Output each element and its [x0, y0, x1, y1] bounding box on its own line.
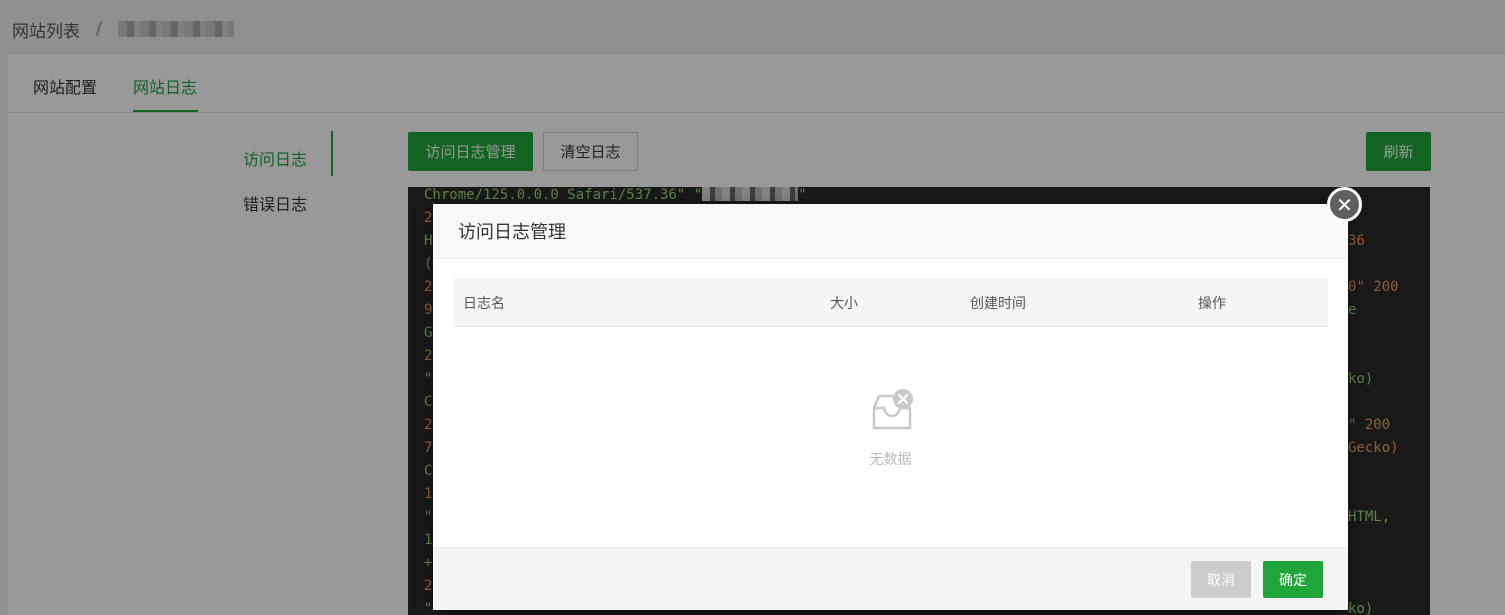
confirm-button[interactable]: 确定: [1263, 561, 1323, 598]
empty-inbox-icon: [872, 389, 913, 430]
close-icon[interactable]: ✕: [1327, 187, 1362, 222]
column-actions: 操作: [1198, 296, 1226, 312]
empty-state-text: 无数据: [869, 452, 912, 468]
dialog-footer: 取消 确定: [433, 547, 1348, 610]
column-size: 大小: [830, 296, 858, 312]
column-created-time: 创建时间: [970, 296, 1026, 312]
dialog-header: 访问日志管理: [433, 204, 1348, 259]
column-log-name: 日志名: [463, 296, 505, 312]
access-log-manage-dialog: 访问日志管理 ✕ 日志名 大小 创建时间 操作 无数据 取消 确定: [433, 187, 1362, 610]
dialog-title: 访问日志管理: [458, 222, 566, 243]
cancel-button[interactable]: 取消: [1191, 561, 1251, 598]
log-table-header: 日志名 大小 创建时间 操作: [453, 279, 1328, 327]
